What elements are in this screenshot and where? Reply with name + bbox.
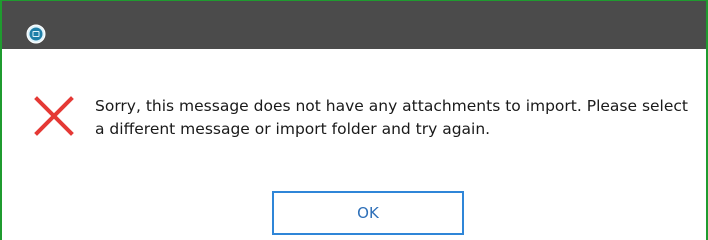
title-bar[interactable] [2, 1, 706, 49]
error-dialog-window: Sorry, this message does not have any at… [0, 0, 708, 240]
ok-button[interactable]: OK [272, 191, 464, 235]
app-logo-icon [26, 24, 46, 44]
error-x-icon [31, 93, 77, 139]
error-message: Sorry, this message does not have any at… [95, 95, 707, 141]
error-message-line-1: Sorry, this message does not have any at… [95, 97, 689, 115]
error-message-line-2: a different message or import folder and… [95, 120, 491, 138]
